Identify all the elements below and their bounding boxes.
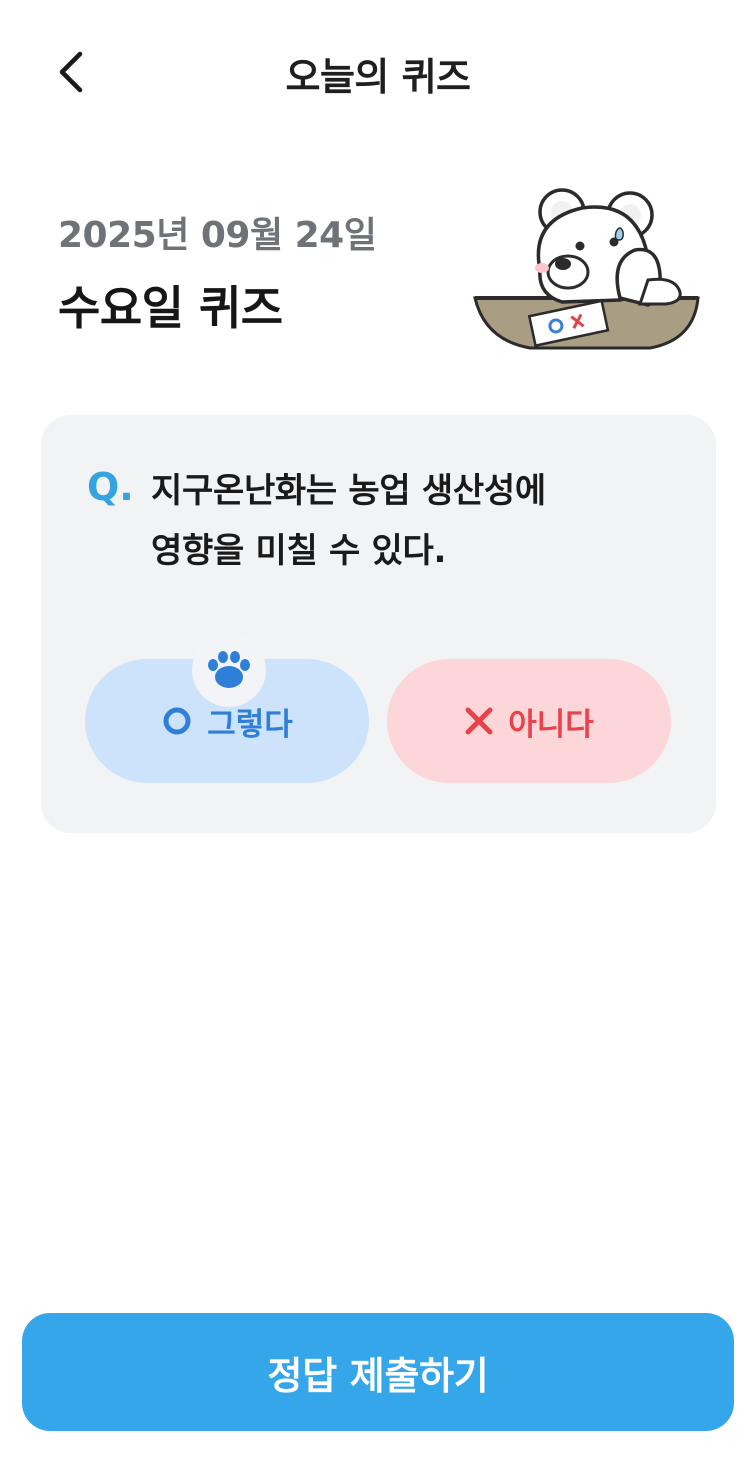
answer-no-label: 아니다 <box>508 706 594 743</box>
question-text: 지구온난화는 농업 생산성에 영향을 미칠 수 있다. <box>151 461 651 581</box>
question-marker: Q. <box>87 465 134 509</box>
top-app-bar: 오늘의 퀴즈 <box>0 0 756 145</box>
circle-o-icon <box>161 705 193 737</box>
page-title: 오늘의 퀴즈 <box>285 55 471 99</box>
x-icon <box>464 706 494 736</box>
question-line-2: 영향을 미칠 수 있다. <box>151 531 447 571</box>
quiz-day-title: 수요일 퀴즈 <box>58 281 283 335</box>
paw-icon <box>192 633 266 707</box>
submit-answer-button[interactable]: 정답 제출하기 <box>22 1313 734 1431</box>
quiz-card: Q. 지구온난화는 농업 생산성에 영향을 미칠 수 있다. 그렇다 아니다 <box>41 415 716 833</box>
question-line-1: 지구온난화는 농업 생산성에 <box>151 471 546 511</box>
quiz-date: 2025년 09월 24일 <box>58 215 377 256</box>
bear-mascot-icon <box>470 180 705 355</box>
answer-no-button[interactable]: 아니다 <box>387 659 671 783</box>
